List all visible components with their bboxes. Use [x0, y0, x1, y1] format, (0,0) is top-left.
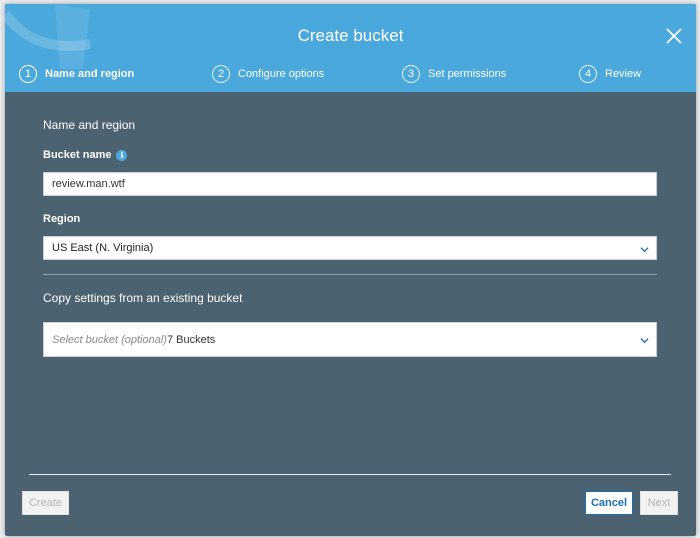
region-value: US East (N. Virginia) [52, 242, 154, 254]
step-review[interactable]: 4 Review [579, 63, 641, 85]
next-button[interactable]: Next [640, 491, 678, 515]
bucket-name-input[interactable]: review.man.wtf [43, 172, 657, 196]
region-select[interactable]: US East (N. Virginia) [43, 236, 657, 260]
create-bucket-dialog: Create bucket 1 Name and region 2 Config… [5, 4, 696, 536]
close-icon[interactable] [664, 26, 684, 46]
dialog-title: Create bucket [297, 26, 404, 45]
info-icon[interactable]: i [116, 149, 128, 161]
dialog-body: Name and region Bucket name i review.man… [43, 92, 657, 357]
chevron-down-icon [640, 247, 649, 253]
step-label: Set permissions [428, 68, 507, 80]
dialog-header: Create bucket 1 Name and region 2 Config… [5, 4, 696, 92]
wizard-steps: 1 Name and region 2 Configure options 3 … [5, 63, 696, 85]
footer-divider [29, 474, 671, 475]
step-set-permissions[interactable]: 3 Set permissions [402, 63, 506, 85]
select-bucket-placeholder: Select bucket (optional) [52, 333, 167, 346]
step-label: Configure options [238, 68, 325, 80]
step-configure-options[interactable]: 2 Configure options [212, 63, 324, 85]
section-divider [43, 274, 657, 275]
select-bucket-dropdown[interactable]: Select bucket (optional) 7 Buckets [43, 322, 657, 357]
step-label: Review [605, 68, 642, 80]
bucket-name-label-text: Bucket name [43, 149, 112, 161]
bucket-count: 7 Buckets [166, 333, 216, 346]
step-number: 2 [212, 65, 230, 83]
region-label: Region [43, 213, 81, 225]
step-name-and-region[interactable]: 1 Name and region [19, 63, 134, 85]
step-number: 3 [402, 65, 420, 83]
create-button[interactable]: Create [22, 491, 69, 515]
copy-settings-title: Copy settings from an existing bucket [43, 291, 243, 305]
section-title: Name and region [43, 118, 136, 132]
cancel-button[interactable]: Cancel [585, 491, 633, 515]
step-number: 4 [579, 65, 597, 83]
bucket-name-label: Bucket name i [43, 149, 657, 161]
step-number: 1 [19, 65, 37, 83]
bucket-name-value: review.man.wtf [52, 178, 125, 190]
step-label: Name and region [45, 68, 135, 80]
chevron-down-icon [640, 338, 649, 344]
